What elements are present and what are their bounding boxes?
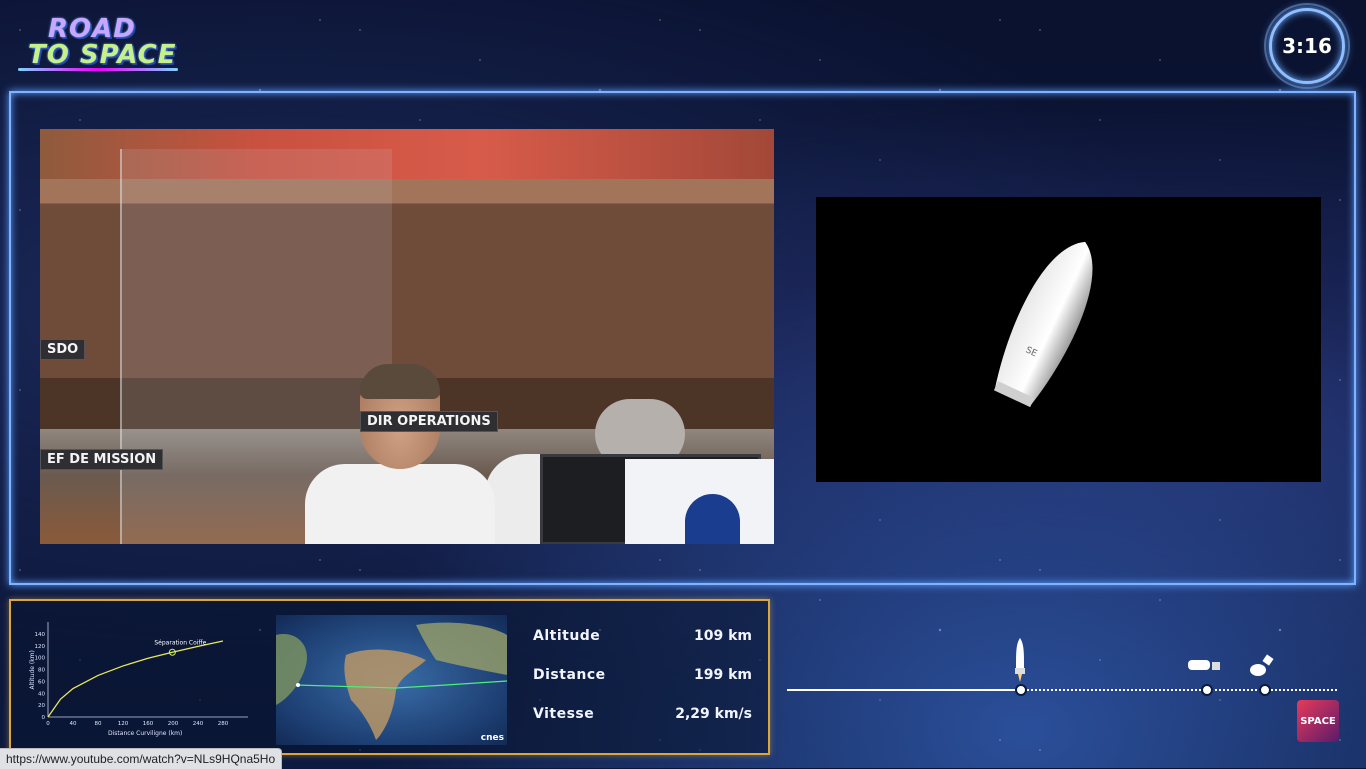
y-tick-label: 40 bbox=[38, 691, 45, 697]
stat-value: 199 km bbox=[694, 667, 752, 683]
y-tick-label: 120 bbox=[35, 644, 46, 650]
cnes-logo-board bbox=[625, 459, 774, 544]
space-channel-badge: SPACE bbox=[1297, 700, 1339, 742]
annotation-label: Séparation Coiffe bbox=[154, 639, 206, 646]
stat-value: 109 km bbox=[694, 628, 752, 644]
satellite-icon bbox=[1250, 654, 1274, 676]
x-tick-label: 0 bbox=[46, 721, 50, 727]
road-to-space-logo: ROAD TO SPACE bbox=[18, 12, 188, 74]
trajectory-chart: 0 40 80 120 160 200 240 280 0 20 40 60 80 100 120 140 Di… bbox=[29, 622, 248, 737]
rocket-icon bbox=[1015, 638, 1025, 682]
space-badge-label: SPACE bbox=[1300, 715, 1336, 727]
stat-vitesse: Vitesse 2,29 km/s bbox=[520, 700, 760, 728]
x-tick-label: 240 bbox=[193, 721, 204, 727]
logo-line-2: TO SPACE bbox=[28, 40, 177, 70]
world-map-icon bbox=[276, 622, 507, 740]
y-tick-label: 80 bbox=[38, 668, 45, 674]
status-url-bar: https://www.youtube.com/watch?v=NLs9HQna… bbox=[0, 748, 283, 769]
y-tick-label: 140 bbox=[35, 632, 46, 638]
x-tick-label: 160 bbox=[143, 721, 154, 727]
timeline-progress bbox=[787, 689, 1018, 691]
operator-foreground bbox=[305, 364, 495, 544]
timeline-node-current bbox=[1015, 684, 1027, 696]
logo-swoosh bbox=[18, 68, 178, 71]
countdown-timer: 3:16 bbox=[1264, 3, 1350, 89]
name-plate-operations: DIR OPERATIONS bbox=[360, 411, 498, 432]
stat-value: 2,29 km/s bbox=[675, 706, 752, 722]
stat-label: Vitesse bbox=[533, 706, 595, 722]
x-tick-label: 280 bbox=[218, 721, 229, 727]
stat-label: Altitude bbox=[533, 628, 601, 644]
control-room-feed: iiyama DIR OPERATIONS EF DE MISSION SDO bbox=[40, 129, 774, 544]
name-plate-sdo: SDO bbox=[40, 339, 86, 360]
x-axis-label: Distance Curviligne (km) bbox=[108, 730, 182, 737]
trajectory-line bbox=[47, 640, 224, 718]
timeline-remaining bbox=[1018, 689, 1337, 691]
status-url: https://www.youtube.com/watch?v=NLs9HQna… bbox=[6, 752, 276, 766]
ground-track-map: cnes bbox=[276, 615, 507, 745]
x-tick-label: 40 bbox=[70, 721, 77, 727]
stat-distance: Distance 199 km bbox=[520, 661, 760, 689]
rocket-fairing-icon: SE bbox=[993, 241, 1093, 408]
x-tick-label: 120 bbox=[118, 721, 129, 727]
x-tick-label: 80 bbox=[95, 721, 102, 727]
stat-label: Distance bbox=[533, 667, 606, 683]
map-credit: cnes bbox=[480, 733, 504, 743]
timeline-node-deploy bbox=[1259, 684, 1271, 696]
upper-stage-icon bbox=[1188, 660, 1220, 670]
stat-altitude: Altitude 109 km bbox=[520, 622, 760, 650]
name-plate-mission: EF DE MISSION bbox=[40, 449, 164, 470]
x-tick-label: 200 bbox=[168, 721, 179, 727]
timer-value: 3:16 bbox=[1282, 34, 1332, 58]
y-tick-label: 100 bbox=[35, 656, 46, 662]
y-tick-label: 60 bbox=[38, 679, 45, 685]
timeline-node-separation bbox=[1201, 684, 1213, 696]
y-tick-label: 0 bbox=[42, 715, 46, 721]
y-axis-label: Altitude (km) bbox=[29, 650, 36, 689]
y-tick-label: 20 bbox=[38, 703, 45, 709]
mission-timeline bbox=[787, 684, 1337, 696]
